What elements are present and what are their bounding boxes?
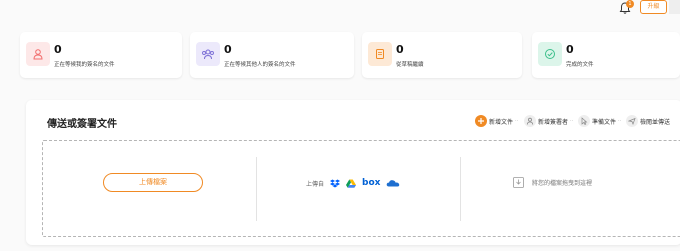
card-label: 完成的文件 (566, 62, 594, 68)
drag-drop-area[interactable]: 將您的檔案拖曳到這裡 (513, 177, 592, 188)
people-icon (196, 42, 220, 66)
cursor-icon (578, 115, 590, 127)
step-label: 新增簽署者 (538, 118, 569, 126)
step-add-signer[interactable]: 新增簽署者 ·· (524, 114, 573, 128)
step-separator: ·· (515, 118, 519, 124)
divider (256, 157, 257, 221)
card-awaiting-my-signature[interactable]: 0 正在等候我的簽名的文件 (20, 32, 182, 78)
step-prepare-document[interactable]: 準備文件 ·· (578, 114, 621, 128)
card-count: 0 (54, 43, 62, 56)
onedrive-icon[interactable] (386, 179, 400, 187)
step-label: 新增文件 (489, 118, 514, 126)
card-count: 0 (224, 43, 232, 56)
person-icon (524, 115, 536, 127)
draft-icon (368, 42, 392, 66)
person-icon (26, 42, 50, 66)
card-awaiting-others-signature[interactable]: 0 正在等候其他人的簽名的文件 (190, 32, 354, 78)
divider (460, 157, 461, 221)
card-count: 0 (396, 43, 404, 56)
step-label: 檢閱並傳送 (640, 118, 671, 126)
send-or-sign-panel: 傳送或簽署文件 新增文件 ·· 新增簽署者 ·· 準備文件 ·· 檢閱並傳送 上傳檔案… (26, 100, 680, 245)
drag-drop-label: 將您的檔案拖曳到這裡 (532, 180, 593, 187)
check-circle-icon (538, 42, 562, 66)
card-completed[interactable]: 0 完成的文件 (532, 32, 680, 78)
card-continue-draft[interactable]: 0 從草稿繼續 (362, 32, 522, 78)
box-icon[interactable]: box (362, 178, 380, 188)
card-count: 0 (566, 43, 574, 56)
document-add-icon (475, 115, 487, 127)
panel-title: 傳送或簽署文件 (47, 119, 117, 130)
google-drive-icon[interactable] (346, 179, 357, 188)
upload-from-label: 上傳自 (306, 180, 325, 188)
step-review-and-send[interactable]: 檢閱並傳送 (626, 114, 670, 128)
notification-badge: 1 (626, 0, 634, 8)
step-add-document[interactable]: 新增文件 ·· (475, 114, 518, 128)
upload-file-button[interactable]: 上傳檔案 (103, 173, 203, 192)
card-label: 正在等候其他人的簽名的文件 (224, 62, 296, 68)
upload-dropzone[interactable]: 上傳檔案 上傳自 box 將您的檔案拖曳到這裡 (42, 140, 680, 237)
step-separator: ·· (618, 118, 622, 124)
account-menu[interactable] (669, 0, 680, 14)
card-label: 正在等候我的簽名的文件 (54, 62, 115, 68)
upgrade-button[interactable]: 升級 (640, 0, 667, 14)
step-label: 準備文件 (592, 118, 617, 126)
upload-from-services: 上傳自 box (306, 178, 400, 188)
dropbox-icon[interactable] (330, 179, 341, 188)
card-label: 從草稿繼續 (396, 62, 424, 68)
download-tray-icon (513, 177, 524, 188)
send-icon (626, 115, 638, 127)
top-bar: 1 升級 (0, 0, 680, 14)
step-separator: ·· (570, 118, 574, 124)
